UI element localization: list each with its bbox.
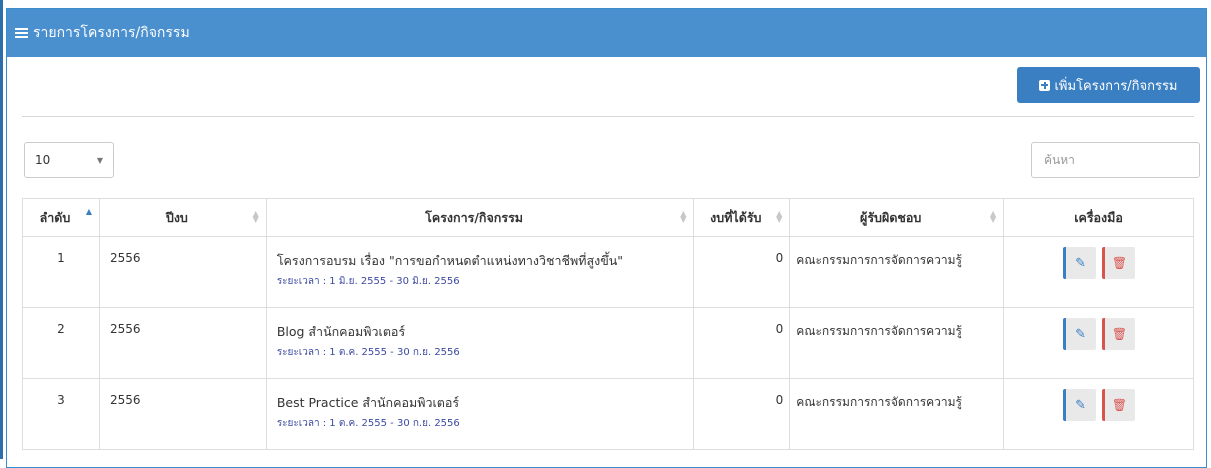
page-length-value: 10 [35, 153, 51, 167]
row-number: 3 [22, 378, 100, 450]
delete-button[interactable]: 🗑 [1101, 389, 1135, 421]
row-year: 2556 [98, 378, 267, 450]
trash-icon: 🗑 [1111, 327, 1128, 341]
project-name: Blog สำนักคอมพิวเตอร์ [276, 324, 406, 339]
edit-icon: ✎ [1075, 397, 1086, 413]
row-project: Blog สำนักคอมพิวเตอร์ ระยะเวลา : 1 ต.ค. … [265, 307, 695, 379]
row-project: โครงการอบรม เรื่อง "การขอกำหนดตำแหน่งทาง… [265, 236, 695, 308]
project-period: ระยะเวลา : 1 ต.ค. 2555 - 30 ก.ย. 2556 [276, 347, 460, 358]
row-budget: 0 [693, 236, 791, 308]
window-edge [0, 0, 3, 459]
top-strip [0, 0, 1211, 4]
row-owner: คณะกรรมการการจัดการความรู้ [789, 378, 1005, 450]
row-budget: 0 [693, 378, 791, 450]
search-input[interactable] [1031, 142, 1200, 178]
row-budget: 0 [693, 307, 791, 379]
list-icon [15, 28, 28, 38]
project-name: โครงการอบรม เรื่อง "การขอกำหนดตำแหน่งทาง… [276, 253, 624, 268]
row-year: 2556 [98, 307, 267, 379]
plus-square-icon [1039, 79, 1051, 91]
col-header-order[interactable]: ลำดับ ▲ [22, 198, 100, 237]
edit-icon: ✎ [1075, 255, 1086, 271]
table-row: 3 2556 Best Practice สำนักคอมพิวเตอร์ ระ… [22, 378, 1194, 450]
row-tools: ✎ 🗑 [1003, 378, 1194, 450]
sort-asc-icon: ▲ [85, 207, 92, 216]
table-row: 1 2556 โครงการอบรม เรื่อง "การขอกำหนดตำแ… [22, 236, 1194, 308]
col-header-budget[interactable]: งบที่ได้รับ ▲ ▼ [693, 198, 791, 237]
row-number: 1 [22, 236, 100, 308]
trash-icon: 🗑 [1111, 398, 1128, 412]
delete-button[interactable]: 🗑 [1101, 247, 1135, 279]
row-owner: คณะกรรมการการจัดการความรู้ [789, 307, 1005, 379]
divider [22, 116, 1194, 117]
table-row: 2 2556 Blog สำนักคอมพิวเตอร์ ระยะเวลา : … [22, 307, 1194, 379]
row-tools: ✎ 🗑 [1003, 236, 1194, 308]
sort-icon: ▲ ▼ [989, 209, 997, 224]
row-year: 2556 [98, 236, 267, 308]
add-project-button[interactable]: เพิ่มโครงการ/กิจกรรม [1017, 67, 1200, 103]
panel-header: รายการโครงการ/กิจกรรม [7, 9, 1206, 57]
page-length-select[interactable]: 10 ▼ [24, 142, 114, 178]
delete-button[interactable]: 🗑 [1101, 318, 1135, 350]
project-table: ลำดับ ▲ ปีงบ ▲ ▼ โครงการ/กิจกรรม ▲ ▼ งบที่… [22, 198, 1194, 450]
panel-title: รายการโครงการ/กิจกรรม [33, 25, 190, 41]
row-number: 2 [22, 307, 100, 379]
sort-icon: ▲ ▼ [680, 209, 687, 224]
row-project: Best Practice สำนักคอมพิวเตอร์ ระยะเวลา … [265, 378, 695, 450]
row-owner: คณะกรรมการการจัดการความรู้ [789, 236, 1005, 308]
table-header-row: ลำดับ ▲ ปีงบ ▲ ▼ โครงการ/กิจกรรม ▲ ▼ งบที่… [22, 198, 1194, 237]
col-header-owner[interactable]: ผู้รับผิดชอบ ▲ ▼ [789, 198, 1005, 237]
trash-icon: 🗑 [1111, 256, 1128, 270]
edit-button[interactable]: ✎ [1062, 389, 1096, 421]
row-tools: ✎ 🗑 [1003, 307, 1194, 379]
project-period: ระยะเวลา : 1 ต.ค. 2555 - 30 ก.ย. 2556 [276, 418, 460, 429]
project-name: Best Practice สำนักคอมพิวเตอร์ [276, 395, 460, 410]
edit-icon: ✎ [1075, 326, 1086, 342]
edit-button[interactable]: ✎ [1062, 247, 1096, 279]
add-project-label: เพิ่มโครงการ/กิจกรรม [1054, 78, 1178, 94]
sort-icon: ▲ ▼ [776, 209, 783, 224]
caret-down-icon: ▼ [96, 155, 103, 165]
sort-icon: ▲ ▼ [252, 209, 259, 224]
project-period: ระยะเวลา : 1 มิ.ย. 2555 - 30 มิ.ย. 2556 [276, 276, 460, 287]
col-header-project[interactable]: โครงการ/กิจกรรม ▲ ▼ [265, 198, 695, 237]
col-header-year[interactable]: ปีงบ ▲ ▼ [98, 198, 267, 237]
col-header-tools: เครื่องมือ [1003, 198, 1194, 237]
edit-button[interactable]: ✎ [1062, 318, 1096, 350]
